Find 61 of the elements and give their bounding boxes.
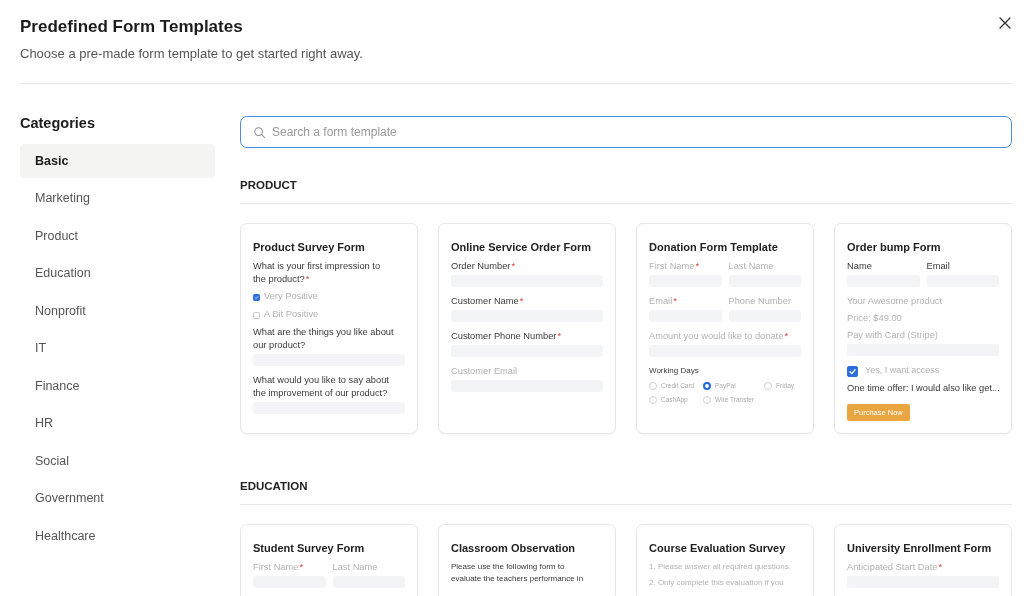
section-heading: PRODUCT — [240, 178, 298, 192]
category-item[interactable]: Government — [20, 481, 215, 516]
form-label: Customer Phone Number* — [451, 330, 562, 343]
form-label: What would you like to say about the improvement of our product? — [253, 374, 389, 400]
form-label: 2. Only complete this evaluation if you — [649, 577, 784, 589]
form-label: 1. Please answer all required questions. — [649, 561, 791, 573]
category-item[interactable]: Finance — [20, 369, 215, 403]
form-label: Phone Number — [728, 295, 792, 308]
template-card[interactable]: Classroom Observation Please use the following form to evaluate the teachers performance in — [438, 524, 616, 596]
checkbox-label: A Bit Positive — [264, 308, 319, 322]
form-label: What is your first impression to the product?* — [253, 260, 381, 286]
form-label: Email* — [649, 295, 677, 308]
template-card[interactable]: Student Survey Form First Name* Last Name — [240, 524, 418, 596]
template-card[interactable]: Online Service Order Form Order Number* Customer Name* Customer Phone Number* Customer Email — [438, 223, 616, 434]
category-item[interactable]: Marketing — [20, 181, 215, 216]
form-label: Pay with Card (Stripe) — [847, 329, 938, 342]
form-label: Amount you would like to donate* — [649, 330, 788, 343]
template-title: Order bump Form — [847, 240, 941, 254]
form-label: Your Awesome product — [847, 295, 943, 308]
template-title: Online Service Order Form — [451, 240, 591, 254]
close-button[interactable] — [998, 16, 1012, 30]
template-title: Course Evaluation Survey — [649, 541, 786, 555]
category-item[interactable]: Nonprofit — [20, 294, 215, 328]
dialog-title: Predefined Form Templates — [20, 16, 244, 38]
template-title: Donation Form Template — [649, 240, 778, 254]
form-label: Customer Name* — [451, 295, 524, 308]
form-label: Anticipated Start Date* — [847, 561, 943, 574]
section-heading: EDUCATION — [240, 479, 309, 493]
form-label: Order Number* — [451, 260, 516, 273]
sidebar-heading: Categories — [20, 114, 96, 132]
form-label: Name — [847, 260, 872, 273]
template-title: Student Survey Form — [253, 541, 365, 555]
form-label: First Name* — [649, 260, 700, 273]
category-item[interactable]: Social — [20, 444, 215, 478]
form-label: Customer Email — [451, 365, 518, 378]
form-label: Please use the following form to evaluate the teachers performance in — [451, 561, 584, 585]
search-field[interactable]: Search a form template — [240, 116, 1012, 148]
form-label: First Name* — [253, 561, 304, 574]
category-item[interactable]: Healthcare — [20, 519, 215, 553]
category-item[interactable]: HR — [20, 406, 215, 441]
close-icon — [999, 17, 1011, 29]
template-title: Classroom Observation — [451, 541, 576, 555]
form-label: Last Name — [728, 260, 774, 273]
template-card[interactable]: University Enrollment Form Anticipated Start Date* — [834, 524, 1012, 596]
template-card[interactable]: Course Evaluation Survey 1. Please answer all required questions. 2. Only complete this evaluation if you — [636, 524, 814, 596]
category-item[interactable]: Basic — [20, 144, 215, 178]
form-label: Email — [926, 260, 950, 273]
template-title: University Enrollment Form — [847, 541, 992, 555]
category-item[interactable]: Product — [20, 219, 215, 253]
template-card[interactable] — [240, 223, 418, 434]
template-title: Product Survey Form — [253, 240, 365, 254]
category-item[interactable]: Education — [20, 256, 215, 291]
category-item[interactable]: IT — [20, 331, 215, 366]
form-label: One time offer: I would also like get... — [847, 382, 1000, 395]
form-label: Last Name — [332, 561, 378, 574]
search-icon — [254, 126, 265, 138]
checkbox-label: Very Positive — [264, 290, 318, 304]
dialog-subtitle: Choose a pre-made form template to get started right away. — [20, 45, 363, 63]
form-label: What are the things you like about our product? — [253, 326, 394, 352]
form-label: Price: $49.00 — [847, 312, 902, 325]
form-label: Working Days — [649, 365, 699, 377]
